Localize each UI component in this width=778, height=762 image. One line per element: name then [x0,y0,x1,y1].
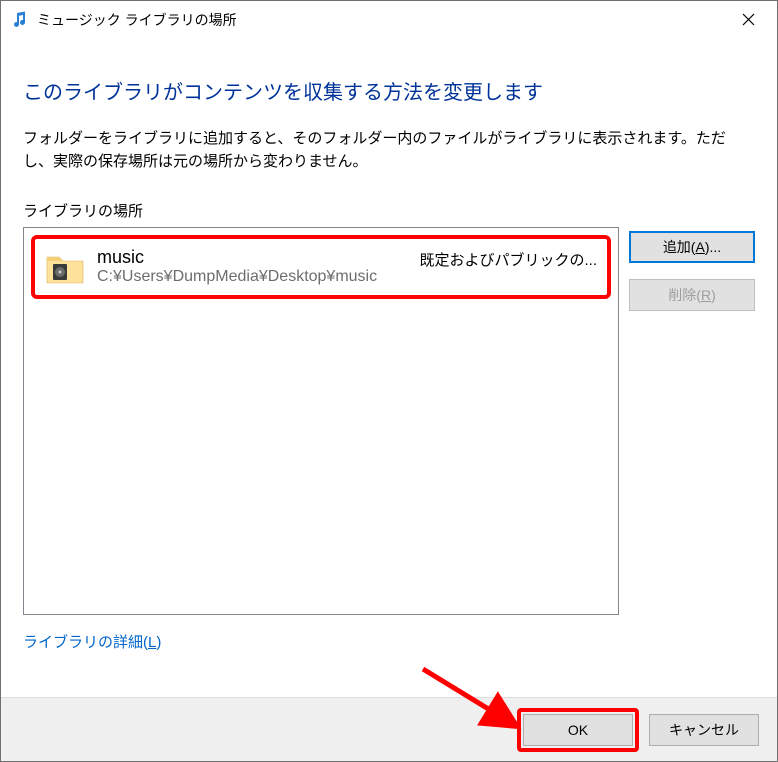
titlebar: ミュージック ライブラリの場所 [1,1,777,38]
window-title: ミュージック ライブラリの場所 [37,10,719,30]
list-label: ライブラリの場所 [23,200,755,221]
add-button[interactable]: 追加(A)... [629,231,755,263]
dialog-window: ミュージック ライブラリの場所 このライブラリがコンテンツを収集する方法を変更し… [0,0,778,762]
ok-button[interactable]: OK [523,714,633,746]
music-library-icon [9,10,29,30]
ok-highlight: OK [517,708,639,752]
item-status: 既定およびパブリックの... [419,249,597,270]
folder-music-icon [45,247,85,287]
dialog-footer: OK キャンセル [1,697,777,761]
library-locations-listbox[interactable]: music C:¥Users¥DumpMedia¥Desktop¥music 既… [23,227,619,615]
item-path: C:¥Users¥DumpMedia¥Desktop¥music [97,268,411,286]
list-item-text: music C:¥Users¥DumpMedia¥Desktop¥music [97,247,411,286]
side-button-group: 追加(A)... 削除(R) [629,227,755,615]
description-text: フォルダーをライブラリに追加すると、そのフォルダー内のファイルがライブラリに表示… [23,127,755,174]
item-name: music [97,247,411,268]
list-item[interactable]: music C:¥Users¥DumpMedia¥Desktop¥music 既… [31,235,611,299]
library-details-link[interactable]: ライブラリの詳細(L) [23,631,755,652]
content-area: このライブラリがコンテンツを収集する方法を変更します フォルダーをライブラリに追… [1,38,777,697]
page-heading: このライブラリがコンテンツを収集する方法を変更します [23,76,755,105]
remove-button: 削除(R) [629,279,755,311]
close-button[interactable] [719,1,777,38]
cancel-button[interactable]: キャンセル [649,714,759,746]
